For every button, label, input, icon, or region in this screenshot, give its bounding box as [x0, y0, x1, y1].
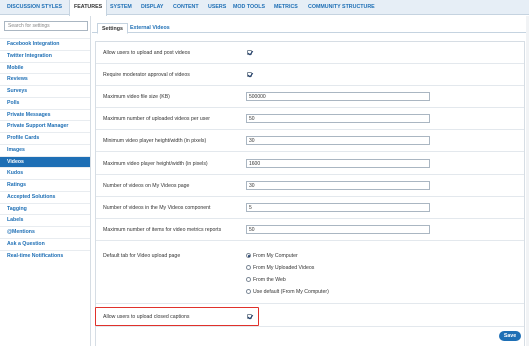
sidebar-item-ask-a-question[interactable]: Ask a Question — [0, 237, 90, 250]
sidebar-item-labels[interactable]: Labels — [0, 214, 90, 226]
sidebar-item-mentions[interactable]: @Mentions — [0, 226, 90, 238]
tab-users[interactable]: USERS — [204, 0, 230, 15]
tab-features[interactable]: FEATURES — [69, 0, 108, 16]
sidebar-item-reviews[interactable]: Reviews — [0, 73, 90, 85]
radio-option-from-my-computer[interactable]: From My Computer — [246, 252, 298, 260]
radio-label: From My Computer — [253, 253, 298, 259]
tab-settings[interactable]: Settings — [97, 23, 128, 34]
videos-in-component-input[interactable] — [246, 203, 430, 212]
max-file-size-input[interactable] — [246, 92, 430, 101]
radio-label: Use default (From My Computer) — [253, 289, 329, 295]
sidebar-item-polls[interactable]: Polls — [0, 96, 90, 109]
sidebar: Facebook Integration Twitter Integration… — [0, 16, 91, 346]
max-uploaded-input[interactable] — [246, 114, 430, 123]
sidebar-item-tagging[interactable]: Tagging — [0, 202, 90, 215]
setting-row-min-dims: Minimum video player height/width (in pi… — [96, 130, 524, 152]
sidebar-item-private-messages[interactable]: Private Messages — [0, 108, 90, 121]
tab-community-structure[interactable]: COMMUNITY STRUCTURE — [304, 0, 379, 15]
setting-row-max-dims: Maximum video player height/width (in pi… — [96, 152, 524, 175]
setting-label: Maximum video file size (KB) — [103, 94, 170, 100]
sidebar-item-images[interactable]: Images — [0, 143, 90, 156]
setting-row-videos-in-component: Number of videos in the My Videos compon… — [96, 197, 524, 219]
setting-label: Maximum number of uploaded videos per us… — [103, 116, 210, 122]
settings-search-input[interactable] — [4, 21, 88, 31]
max-dims-input[interactable] — [246, 159, 430, 168]
top-nav: DISCUSSION STYLES FEATURES SYSTEM DISPLA… — [0, 0, 529, 16]
radio-button[interactable] — [246, 253, 251, 259]
tab-content[interactable]: CONTENT — [169, 0, 203, 15]
setting-label: Allow users to upload and post videos — [103, 50, 191, 56]
setting-row-allow-upload: Allow users to upload and post videos — [96, 42, 524, 64]
sidebar-item-videos[interactable]: Videos — [0, 155, 90, 168]
closed-captions-checkbox[interactable] — [247, 314, 252, 319]
radio-button[interactable] — [246, 277, 251, 283]
tab-metrics[interactable]: METRICS — [270, 0, 302, 15]
setting-label: Default tab for Video upload page — [103, 253, 181, 259]
setting-label: Number of videos in the My Videos compon… — [103, 205, 211, 211]
setting-row-require-approval: Require moderator approval of videos — [96, 64, 524, 86]
setting-label: Require moderator approval of videos — [103, 72, 190, 78]
metrics-items-input[interactable] — [246, 225, 430, 234]
setting-row-max-file-size: Maximum video file size (KB) — [96, 86, 524, 108]
sidebar-item-private-support-manager[interactable]: Private Support Manager — [0, 120, 90, 132]
radio-label: From My Uploaded Videos — [253, 265, 315, 271]
videos-on-page-input[interactable] — [246, 181, 430, 190]
tab-mod-tools[interactable]: MOD TOOLS — [229, 0, 269, 15]
sidebar-item-accepted-solutions[interactable]: Accepted Solutions — [0, 190, 90, 203]
sidebar-item-kudos[interactable]: Kudos — [0, 167, 90, 179]
sidebar-list: Facebook Integration Twitter Integration… — [0, 38, 90, 261]
setting-row-default-tab: Default tab for Video upload page From M… — [96, 241, 524, 304]
radio-button[interactable] — [246, 265, 251, 271]
sidebar-item-real-time-notifications[interactable]: Real-time Notifications — [0, 249, 90, 262]
sidebar-item-twitter-integration[interactable]: Twitter Integration — [0, 49, 90, 62]
sidebar-item-profile-cards[interactable]: Profile Cards — [0, 132, 90, 144]
sidebar-item-ratings[interactable]: Ratings — [0, 179, 90, 191]
setting-label: Number of videos on My Videos page — [103, 183, 190, 189]
tab-system[interactable]: SYSTEM — [106, 0, 136, 15]
setting-row-closed-captions: Allow users to upload closed captions — [96, 304, 524, 327]
sidebar-item-mobile[interactable]: Mobile — [0, 61, 90, 74]
main-content: Settings External Videos Allow users to … — [92, 16, 529, 346]
setting-label: Maximum video player height/width (in pi… — [103, 161, 208, 167]
setting-label: Maximum number of items for video metric… — [103, 227, 222, 233]
setting-label: Minimum video player height/width (in pi… — [103, 138, 207, 144]
require-approval-checkbox[interactable] — [247, 72, 252, 77]
setting-row-metrics-items: Maximum number of items for video metric… — [96, 219, 524, 241]
radio-label: From the Web — [253, 277, 286, 283]
min-dims-input[interactable] — [246, 136, 430, 145]
save-button[interactable]: Save — [499, 331, 521, 341]
tab-external-videos[interactable]: External Videos — [126, 23, 174, 34]
radio-option-use-default[interactable]: Use default (From My Computer) — [246, 288, 329, 296]
radio-option-from-the-web[interactable]: From the Web — [246, 276, 286, 284]
setting-label: Allow users to upload closed captions — [103, 314, 190, 320]
tab-display[interactable]: DISPLAY — [137, 0, 167, 15]
tab-discussion-styles[interactable]: DISCUSSION STYLES — [3, 0, 66, 15]
setting-row-max-uploaded: Maximum number of uploaded videos per us… — [96, 108, 524, 130]
radio-button[interactable] — [246, 289, 251, 295]
sidebar-item-surveys[interactable]: Surveys — [0, 85, 90, 97]
video-settings-panel: Allow users to upload and post videos Re… — [95, 41, 525, 346]
allow-upload-checkbox[interactable] — [247, 50, 252, 55]
sidebar-item-facebook-integration[interactable]: Facebook Integration — [0, 38, 90, 50]
setting-row-videos-on-page: Number of videos on My Videos page — [96, 175, 524, 197]
sub-tabs: Settings External Videos — [92, 20, 529, 34]
radio-option-from-my-uploaded-videos[interactable]: From My Uploaded Videos — [246, 264, 314, 272]
